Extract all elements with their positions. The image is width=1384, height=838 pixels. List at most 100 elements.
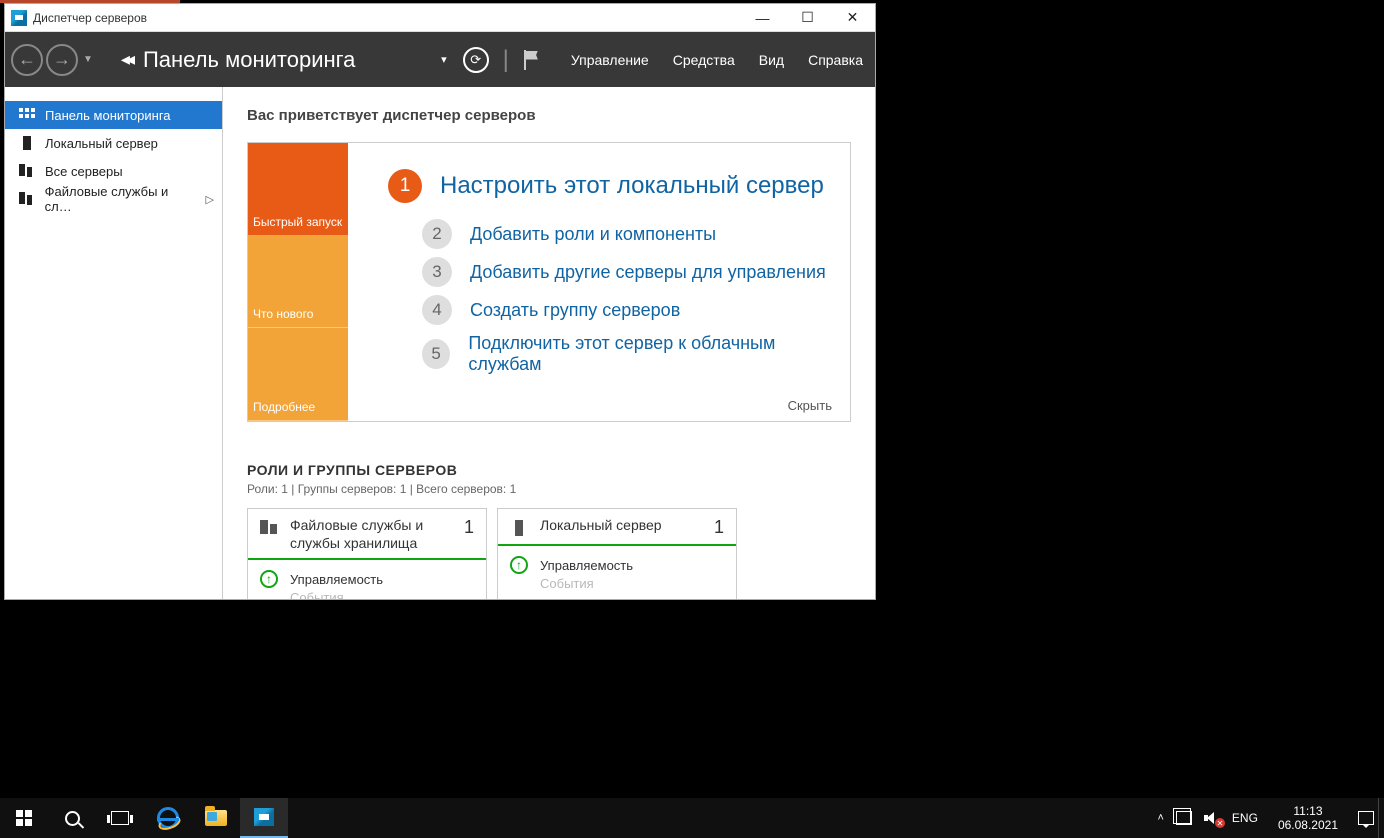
sidebar-item-label: Файловые службы и сл… bbox=[45, 184, 196, 214]
card-title: Файловые службы и службы хранилища bbox=[290, 517, 452, 552]
taskbar-explorer[interactable] bbox=[192, 798, 240, 838]
sidebar-item-label: Все серверы bbox=[45, 164, 123, 179]
storage-icon bbox=[260, 520, 278, 538]
menu-view[interactable]: Вид bbox=[759, 52, 784, 68]
start-button[interactable] bbox=[0, 798, 48, 838]
sidebar-item-dashboard[interactable]: Панель мониторинга bbox=[5, 101, 222, 129]
step-server-group[interactable]: 4 Создать группу серверов bbox=[422, 295, 832, 325]
card-file-storage[interactable]: Файловые службы и службы хранилища 1 ↑ У… bbox=[247, 508, 487, 599]
step-number: 5 bbox=[422, 339, 450, 369]
taskbar-ie[interactable] bbox=[144, 798, 192, 838]
welcome-heading: Вас приветствует диспетчер серверов bbox=[247, 107, 851, 124]
card-local-server[interactable]: Локальный сервер 1 ↑ Управляемость Событ… bbox=[497, 508, 737, 599]
separator: | bbox=[503, 46, 509, 74]
windows-icon bbox=[16, 810, 32, 826]
sidebar: Панель мониторинга Локальный сервер Все … bbox=[5, 87, 223, 599]
breadcrumb-title: Панель мониторинга bbox=[143, 47, 355, 73]
card-row-label: Управляемость bbox=[290, 572, 383, 587]
step-add-roles[interactable]: 2 Добавить роли и компоненты bbox=[422, 219, 832, 249]
server-manager-icon bbox=[254, 808, 274, 826]
expand-icon: ▷ bbox=[206, 193, 214, 206]
status-ok-icon: ↑ bbox=[260, 570, 278, 588]
step-number: 3 bbox=[422, 257, 452, 287]
step-number: 2 bbox=[422, 219, 452, 249]
close-button[interactable]: ✕ bbox=[830, 4, 875, 32]
steps: 1 Настроить этот локальный сервер 2 Доба… bbox=[348, 143, 850, 421]
maximize-button[interactable]: ☐ bbox=[785, 4, 830, 32]
hide-link[interactable]: Скрыть bbox=[788, 398, 832, 413]
network-icon[interactable] bbox=[1176, 811, 1192, 825]
search-button[interactable] bbox=[48, 798, 96, 838]
tile-learnmore[interactable]: Подробнее bbox=[248, 328, 348, 421]
card-row-events[interactable]: События bbox=[510, 576, 724, 591]
refresh-button[interactable]: ⟳ bbox=[463, 47, 489, 73]
step-number: 1 bbox=[388, 169, 422, 203]
status-bar bbox=[248, 558, 486, 560]
sidebar-item-local-server[interactable]: Локальный сервер bbox=[5, 129, 222, 157]
step-link: Подключить этот сервер к облачным служба… bbox=[468, 333, 832, 375]
step-link: Настроить этот локальный сервер bbox=[440, 172, 824, 200]
action-center-icon[interactable] bbox=[1358, 811, 1374, 825]
sidebar-item-file-services[interactable]: Файловые службы и сл… ▷ bbox=[5, 185, 222, 213]
server-icon bbox=[19, 136, 35, 150]
breadcrumb-dropdown-icon[interactable]: ▾ bbox=[441, 53, 447, 66]
servers-icon bbox=[19, 164, 35, 178]
toolbar: ← → ▼ ◂◂ Панель мониторинга ▾ ⟳ | Управл… bbox=[5, 32, 875, 87]
menu-manage[interactable]: Управление bbox=[571, 52, 649, 68]
card-row-label: События bbox=[290, 590, 344, 599]
minimize-button[interactable]: — bbox=[740, 4, 785, 32]
dashboard-icon bbox=[19, 108, 35, 122]
breadcrumb-root-icon[interactable]: ◂◂ bbox=[121, 49, 131, 70]
card-title: Локальный сервер bbox=[540, 517, 702, 535]
tray-overflow-button[interactable]: ˄ bbox=[1157, 812, 1163, 824]
step-link: Создать группу серверов bbox=[470, 300, 680, 321]
window-title: Диспетчер серверов bbox=[33, 11, 147, 25]
nav-history-dropdown[interactable]: ▼ bbox=[83, 54, 93, 65]
card-row-manageability[interactable]: ↑ Управляемость bbox=[260, 570, 474, 588]
server-icon bbox=[510, 520, 528, 538]
tile-quickstart[interactable]: Быстрый запуск bbox=[248, 143, 348, 236]
server-manager-window: Диспетчер серверов — ☐ ✕ ← → ▼ ◂◂ Панель… bbox=[4, 3, 876, 600]
clock-time: 11:13 bbox=[1278, 804, 1338, 818]
welcome-tiles: Быстрый запуск Что нового Подробнее bbox=[248, 143, 348, 421]
status-ok-icon: ↑ bbox=[510, 556, 528, 574]
folder-icon bbox=[205, 810, 227, 826]
app-icon bbox=[11, 10, 27, 26]
nav-back-button[interactable]: ← bbox=[11, 44, 43, 76]
step-link: Добавить другие серверы для управления bbox=[470, 262, 826, 283]
language-indicator[interactable]: ENG bbox=[1232, 811, 1258, 825]
card-row-manageability[interactable]: ↑ Управляемость bbox=[510, 556, 724, 574]
clock-date: 06.08.2021 bbox=[1278, 818, 1338, 832]
task-view-button[interactable] bbox=[96, 798, 144, 838]
tile-label: Что нового bbox=[253, 307, 313, 321]
system-tray: ˄ ✕ ENG 11:13 06.08.2021 bbox=[1157, 804, 1378, 833]
step-configure-local[interactable]: 1 Настроить этот локальный сервер bbox=[388, 169, 832, 203]
tile-label: Быстрый запуск bbox=[253, 215, 342, 229]
tile-whatsnew[interactable]: Что нового bbox=[248, 236, 348, 329]
step-add-servers[interactable]: 3 Добавить другие серверы для управления bbox=[422, 257, 832, 287]
clock[interactable]: 11:13 06.08.2021 bbox=[1270, 804, 1346, 833]
ie-icon bbox=[157, 807, 179, 829]
card-count: 1 bbox=[714, 517, 724, 538]
role-cards: Файловые службы и службы хранилища 1 ↑ У… bbox=[247, 508, 851, 599]
roles-heading: РОЛИ И ГРУППЫ СЕРВЕРОВ bbox=[247, 462, 851, 478]
nav-forward-button[interactable]: → bbox=[46, 44, 78, 76]
card-row-events[interactable]: События bbox=[260, 590, 474, 599]
main-content: Вас приветствует диспетчер серверов Быст… bbox=[223, 87, 875, 599]
volume-icon[interactable]: ✕ bbox=[1204, 811, 1220, 825]
menu-help[interactable]: Справка bbox=[808, 52, 863, 68]
tile-label: Подробнее bbox=[253, 400, 315, 414]
sidebar-item-all-servers[interactable]: Все серверы bbox=[5, 157, 222, 185]
status-bar bbox=[498, 544, 736, 546]
sidebar-item-label: Локальный сервер bbox=[45, 136, 158, 151]
taskbar-server-manager[interactable] bbox=[240, 798, 288, 838]
welcome-panel: Быстрый запуск Что нового Подробнее 1 На… bbox=[247, 142, 851, 422]
roles-subheading: Роли: 1 | Группы серверов: 1 | Всего сер… bbox=[247, 482, 851, 496]
card-row-label: Управляемость bbox=[540, 558, 633, 573]
show-desktop-button[interactable] bbox=[1378, 798, 1384, 838]
menu-tools[interactable]: Средства bbox=[673, 52, 735, 68]
step-cloud-connect[interactable]: 5 Подключить этот сервер к облачным служ… bbox=[422, 333, 832, 375]
card-row-label: События bbox=[540, 576, 594, 591]
step-number: 4 bbox=[422, 295, 452, 325]
notifications-flag-icon[interactable] bbox=[521, 50, 543, 70]
